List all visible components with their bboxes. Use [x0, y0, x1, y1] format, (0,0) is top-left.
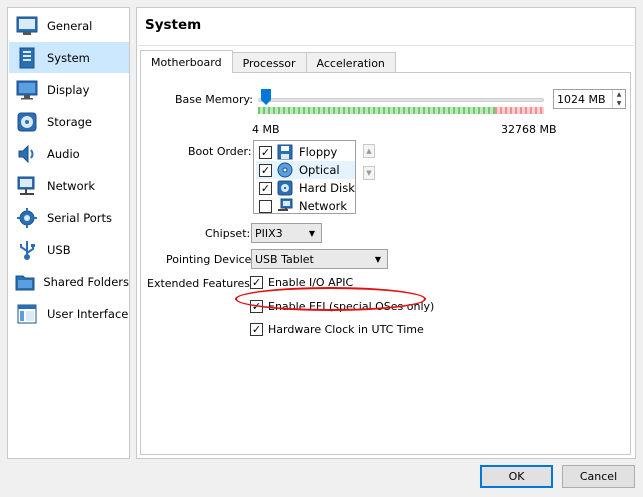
boot-device-checkbox[interactable] [259, 199, 272, 213]
sidebar-item-label: Storage [47, 114, 92, 129]
sidebar-item-label: General [47, 18, 93, 33]
display-icon [14, 77, 40, 103]
optical-disc-icon [277, 162, 293, 178]
sidebar-item-label: Serial Ports [47, 210, 112, 225]
base-memory-slider-handle[interactable] [261, 89, 271, 105]
motherboard-tab-content: Base Memory: 4 MB 32768 MB 1024 MB ▲ ▼ B… [140, 72, 631, 455]
serial-ports-icon [14, 205, 40, 231]
extended-features-label: Extended Features: [147, 277, 254, 290]
cancel-button[interactable]: Cancel [562, 465, 635, 488]
arrow-up-icon: ▲ [366, 147, 372, 155]
page-title: System [145, 17, 202, 33]
storage-icon [14, 109, 40, 135]
chevron-down-icon: ▼ [308, 229, 315, 238]
memory-unsafe-range-scale [495, 107, 544, 114]
sidebar-item-label: Shared Folders [43, 274, 129, 289]
ok-button[interactable]: OK [480, 465, 553, 488]
floppy-icon [277, 144, 293, 160]
move-up-button[interactable]: ▲ [363, 144, 375, 158]
button-label: Cancel [579, 470, 618, 483]
boot-device-checkbox[interactable]: ✓ [259, 163, 272, 177]
system-icon [14, 45, 40, 71]
tab-bar: Motherboard Processor Acceleration [140, 50, 396, 73]
boot-device-label: Floppy [299, 145, 338, 159]
boot-device-label: Hard Disk [299, 181, 355, 195]
sidebar-item-shared-folders[interactable]: Shared Folders [9, 266, 129, 297]
boot-device-checkbox[interactable]: ✓ [259, 145, 272, 159]
sidebar-item-display[interactable]: Display [9, 74, 129, 105]
button-label: OK [508, 470, 525, 483]
memory-min-label: 4 MB [252, 123, 280, 136]
sidebar-item-label: Audio [47, 146, 80, 161]
sidebar-item-user-interface[interactable]: User Interface [9, 298, 129, 329]
network-icon [277, 198, 293, 214]
pointing-device-label: Pointing Device: [166, 253, 256, 266]
base-memory-label: Base Memory: [175, 93, 253, 106]
base-memory-slider-track[interactable] [258, 98, 544, 102]
system-settings-panel: System Motherboard Processor Acceleratio… [136, 7, 636, 459]
memory-safe-range-scale [258, 107, 495, 114]
shared-folders-icon [14, 269, 36, 295]
sidebar-item-usb[interactable]: USB [9, 234, 129, 265]
boot-order-label: Boot Order: [188, 145, 252, 158]
boot-device-label: Network [299, 199, 348, 213]
chipset-label: Chipset: [205, 227, 251, 240]
usb-icon [14, 237, 40, 263]
sidebar-item-label: Network [47, 178, 96, 193]
hardware-clock-utc-option[interactable]: ✓ Hardware Clock in UTC Time [250, 323, 424, 336]
chipset-select[interactable]: PIIX3 ▼ [251, 223, 322, 243]
boot-device-floppy[interactable]: ✓ Floppy [256, 143, 355, 161]
sidebar-item-label: User Interface [47, 306, 129, 321]
hard-disk-icon [277, 180, 293, 196]
move-down-button[interactable]: ▼ [363, 166, 375, 180]
boot-order-list: ✓ Floppy ✓ Optical ✓ Hard Disk Network [253, 140, 356, 214]
tab-motherboard[interactable]: Motherboard [140, 50, 233, 73]
sidebar-item-network[interactable]: Network [9, 170, 129, 201]
base-memory-spinbox[interactable]: 1024 MB ▲ ▼ [553, 89, 626, 109]
sidebar-item-label: Display [47, 82, 90, 97]
spin-down-arrow-icon[interactable]: ▼ [613, 99, 625, 108]
sidebar-item-serial-ports[interactable]: Serial Ports [9, 202, 129, 233]
boot-device-checkbox[interactable]: ✓ [259, 181, 272, 195]
sidebar-item-storage[interactable]: Storage [9, 106, 129, 137]
pointing-device-value: USB Tablet [255, 252, 314, 266]
general-icon [14, 13, 40, 39]
title-divider [138, 45, 634, 46]
sidebar-item-general[interactable]: General [9, 10, 129, 41]
highlight-ellipse-annotation [235, 287, 426, 311]
boot-device-hard-disk[interactable]: ✓ Hard Disk [256, 179, 355, 197]
memory-max-label: 32768 MB [501, 123, 557, 136]
audio-icon [14, 141, 40, 167]
sidebar-item-label: System [47, 50, 90, 65]
network-icon [14, 173, 40, 199]
tab-label: Processor [242, 56, 296, 70]
spin-arrows: ▲ ▼ [612, 90, 625, 108]
spin-up-arrow-icon[interactable]: ▲ [613, 90, 625, 99]
hardware-clock-utc-checkbox[interactable]: ✓ [250, 323, 263, 336]
settings-category-list: General System Display Storage Audio Net… [7, 7, 130, 459]
sidebar-item-system[interactable]: System [9, 42, 129, 73]
sidebar-item-label: USB [47, 242, 71, 257]
option-label: Hardware Clock in UTC Time [268, 323, 424, 336]
tab-acceleration[interactable]: Acceleration [305, 52, 396, 73]
chipset-value: PIIX3 [255, 226, 283, 240]
boot-device-label: Optical [299, 163, 340, 177]
tab-label: Motherboard [151, 55, 222, 69]
boot-device-optical[interactable]: ✓ Optical [256, 161, 355, 179]
user-interface-icon [14, 301, 40, 327]
sidebar-item-audio[interactable]: Audio [9, 138, 129, 169]
boot-device-network[interactable]: Network [256, 197, 355, 215]
arrow-down-icon: ▼ [366, 169, 372, 177]
tab-label: Acceleration [316, 56, 385, 70]
enable-io-apic-checkbox[interactable]: ✓ [250, 276, 263, 289]
tab-processor[interactable]: Processor [231, 52, 307, 73]
base-memory-value[interactable]: 1024 MB [554, 93, 612, 106]
chevron-down-icon: ▼ [374, 255, 381, 264]
pointing-device-select[interactable]: USB Tablet ▼ [251, 249, 388, 269]
